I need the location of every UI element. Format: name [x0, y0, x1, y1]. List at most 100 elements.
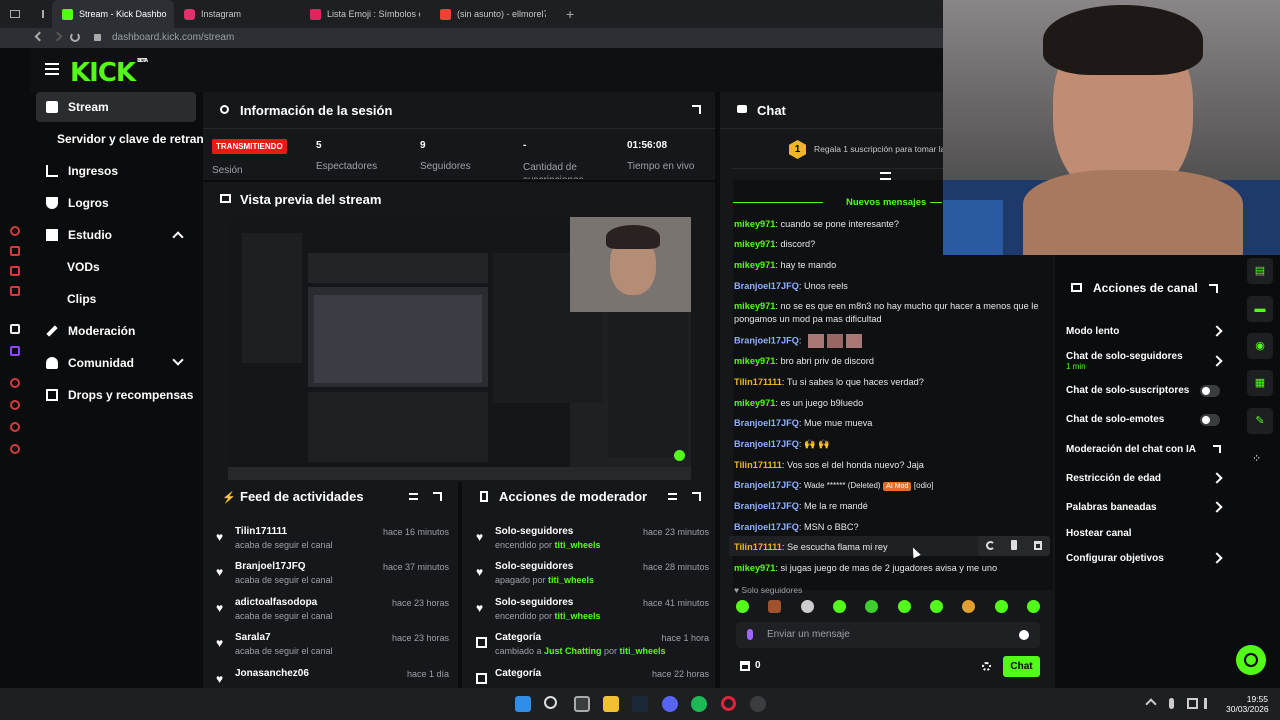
quick-notes-icon[interactable]: ▤ [1247, 258, 1273, 284]
quick-more-icon[interactable]: ⁘ [1252, 452, 1266, 465]
sidebar-item-comunidad[interactable]: Comunidad [36, 348, 196, 378]
pin-icon[interactable] [1011, 540, 1017, 550]
feed-user[interactable]: Tilin171111 [235, 526, 287, 537]
gift-sub-text[interactable]: Regala 1 suscripción para tomar la [814, 144, 944, 154]
chat-user[interactable]: Tilin171111 [734, 542, 782, 552]
edge-app-icon[interactable] [10, 286, 20, 296]
emote-icon[interactable] [1026, 600, 1040, 613]
forward-icon[interactable] [52, 31, 63, 42]
chevron-up-icon[interactable] [172, 231, 184, 243]
new-tab-button[interactable]: + [556, 0, 576, 28]
expand-icon[interactable] [433, 492, 442, 501]
emote-icon[interactable] [832, 600, 846, 613]
chat-user[interactable]: Tilin171111 [734, 377, 782, 387]
subs-only-toggle[interactable] [1200, 385, 1220, 397]
tab-gmail[interactable]: (sin asunto) - ellmorel718.. [430, 0, 556, 28]
expand-icon[interactable] [692, 105, 701, 114]
tab-emoji-list[interactable]: Lista Emoji : Símbolos em [300, 0, 430, 28]
edge-app-icon[interactable] [10, 246, 20, 256]
edge-app-icon[interactable] [10, 266, 20, 276]
expand-icon[interactable] [1209, 284, 1218, 293]
sidebar-toggle-icon[interactable] [0, 0, 32, 28]
pin-collapse-icon[interactable] [880, 172, 891, 180]
clock[interactable]: 19:55 30/03/2026 [1226, 694, 1269, 714]
quick-chat-icon[interactable]: ▬ [1247, 296, 1273, 322]
channel-action-followers-only[interactable]: Chat de solo-seguidores [1066, 351, 1183, 362]
external-link-icon[interactable] [1213, 445, 1221, 453]
obs-icon[interactable] [750, 696, 766, 712]
stream-preview-video[interactable] [228, 217, 691, 480]
channel-action-emotes-only[interactable]: Chat de solo-emotes [1066, 414, 1164, 425]
network-icon[interactable] [1187, 698, 1198, 709]
emote-icon[interactable] [736, 600, 749, 613]
chat-user[interactable]: mikey971 [734, 301, 775, 311]
settings-gear-icon[interactable] [982, 662, 991, 671]
quick-wrench-icon[interactable]: ✎ [1247, 408, 1273, 434]
back-icon[interactable] [34, 31, 45, 42]
sidebar-item-logros[interactable]: Logros [36, 188, 196, 218]
emote-icon[interactable] [962, 600, 976, 613]
sidebar-item-vods[interactable]: VODs [36, 252, 196, 282]
chat-user[interactable]: Branjoel17JFQ [734, 418, 799, 428]
task-view-icon[interactable] [574, 696, 590, 712]
sidebar-item-server-key[interactable]: Servidor y clave de retransn [36, 124, 218, 154]
feed-user[interactable]: Jonasanchez06 [235, 668, 309, 679]
chat-user[interactable]: Branjoel17JFQ [734, 501, 799, 511]
steam-icon[interactable] [632, 696, 648, 712]
expand-icon[interactable] [692, 492, 701, 501]
emote-icon[interactable] [929, 600, 943, 613]
chat-user[interactable]: mikey971 [734, 356, 775, 366]
sidebar-item-drops[interactable]: Drops y recompensas [36, 380, 196, 410]
chat-user[interactable]: Branjoel17JFQ [734, 522, 799, 532]
channel-action-ai-moderation[interactable]: Moderación del chat con IA [1066, 444, 1196, 455]
emote-icon[interactable] [865, 600, 879, 613]
chat-user[interactable]: Branjoel17JFQ [734, 439, 799, 449]
chat-user[interactable]: Branjoel17JFQ [734, 480, 799, 490]
chat-user[interactable]: mikey971 [734, 260, 775, 270]
filter-icon[interactable] [668, 493, 677, 500]
microphone-tray-icon[interactable] [1169, 698, 1174, 709]
emote-icon[interactable] [800, 600, 814, 613]
edge-app-icon[interactable] [10, 444, 20, 454]
chat-user[interactable]: mikey971 [734, 239, 775, 249]
opera-gx-icon[interactable] [721, 696, 736, 711]
feed-user[interactable]: adictoalfasodopa [235, 597, 317, 608]
emoji-picker-icon[interactable] [1019, 630, 1029, 640]
chat-user[interactable]: mikey971 [734, 219, 775, 229]
emote-icon[interactable] [768, 600, 782, 613]
edge-app-icon[interactable] [10, 324, 20, 334]
volume-icon[interactable] [1204, 698, 1215, 709]
edge-app-icon[interactable] [10, 226, 20, 236]
reload-icon[interactable] [70, 32, 80, 42]
kick-logo[interactable]: KICK BETA [70, 58, 148, 88]
tab-instagram[interactable]: Instagram [174, 0, 300, 28]
help-fab-icon[interactable] [1236, 645, 1266, 675]
url-text[interactable]: dashboard.kick.com/stream [112, 32, 234, 43]
feed-user[interactable]: Branjoel17JFQ [235, 561, 306, 572]
edge-app-icon[interactable] [10, 400, 20, 410]
tab-kick-dashboard[interactable]: Stream - Kick Dashbo [52, 0, 174, 28]
channel-action-slow-mode[interactable]: Modo lento [1066, 326, 1119, 337]
quick-layout-icon[interactable]: ▦ [1247, 370, 1273, 396]
sidebar-item-estudio[interactable]: Estudio [36, 220, 196, 250]
chevron-down-icon[interactable] [172, 354, 184, 366]
sidebar-item-clips[interactable]: Clips [36, 284, 196, 314]
sidebar-item-ingresos[interactable]: Ingresos [36, 156, 196, 186]
feed-user[interactable]: Sarala7 [235, 632, 271, 643]
edge-app-icon[interactable] [10, 422, 20, 432]
chat-user[interactable]: mikey971 [734, 563, 775, 573]
twitch-icon[interactable] [10, 346, 20, 356]
reply-icon[interactable] [986, 541, 995, 550]
channel-action-subs-only[interactable]: Chat de solo-suscriptores [1066, 385, 1189, 396]
sidebar-item-moderacion[interactable]: Moderación [36, 316, 196, 346]
trash-icon[interactable] [1034, 541, 1042, 550]
spotify-icon[interactable] [691, 696, 707, 712]
channel-action-goals[interactable]: Configurar objetivos [1066, 553, 1164, 564]
sidebar-item-stream[interactable]: Stream [36, 92, 196, 122]
discord-icon[interactable] [662, 696, 678, 712]
send-chat-button[interactable]: Chat [1003, 656, 1040, 677]
filter-icon[interactable] [409, 493, 418, 500]
channel-action-age-restriction[interactable]: Restricción de edad [1066, 473, 1161, 484]
edge-app-icon[interactable] [10, 378, 20, 388]
chat-user[interactable]: Branjoel17JFQ [734, 335, 799, 345]
